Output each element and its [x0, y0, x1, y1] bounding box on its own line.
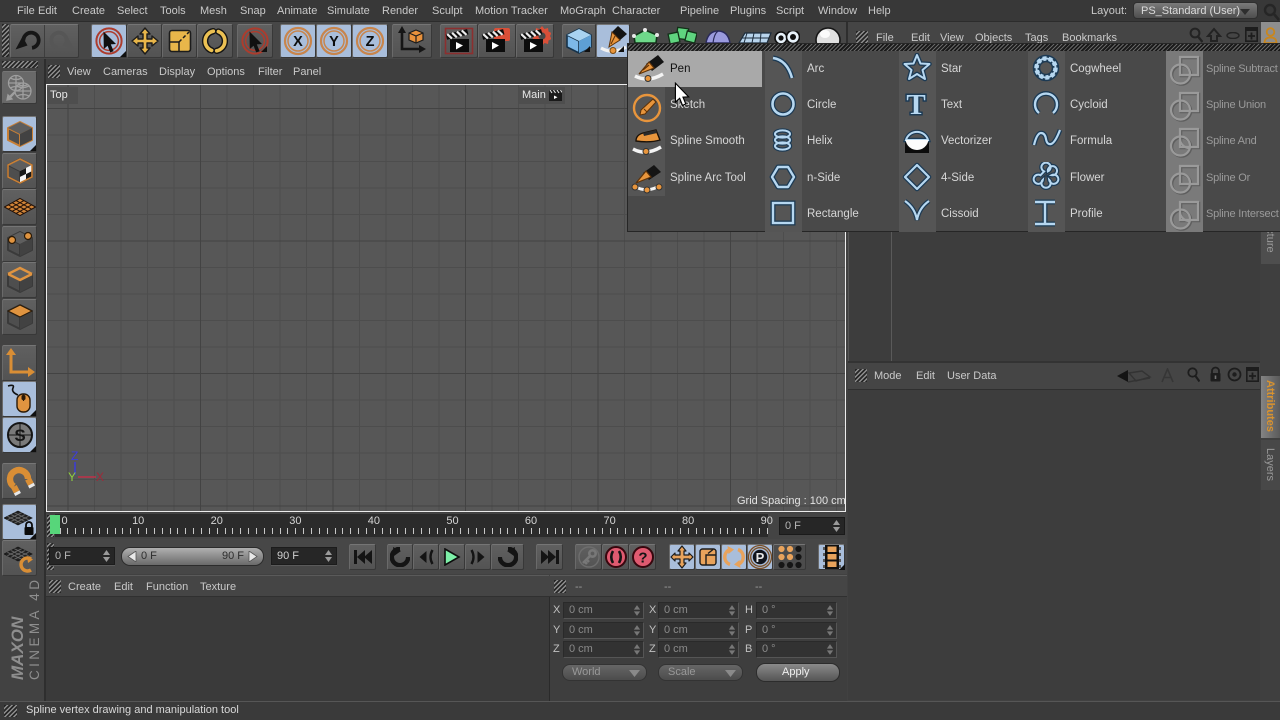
svg-text:X: X: [293, 34, 303, 50]
svg-text:P: P: [756, 550, 765, 565]
svg-text:?: ?: [638, 550, 647, 567]
svg-text:MAXON: MAXON: [8, 616, 27, 680]
svg-text:X: X: [96, 470, 104, 484]
svg-text:Y: Y: [329, 34, 339, 50]
svg-text:Y: Y: [68, 470, 76, 484]
svg-text:S: S: [14, 426, 25, 445]
svg-text:Z: Z: [366, 34, 375, 50]
svg-text:T: T: [906, 89, 925, 119]
svg-text:Z: Z: [71, 449, 78, 463]
svg-text:CINEMA 4D: CINEMA 4D: [27, 577, 42, 680]
